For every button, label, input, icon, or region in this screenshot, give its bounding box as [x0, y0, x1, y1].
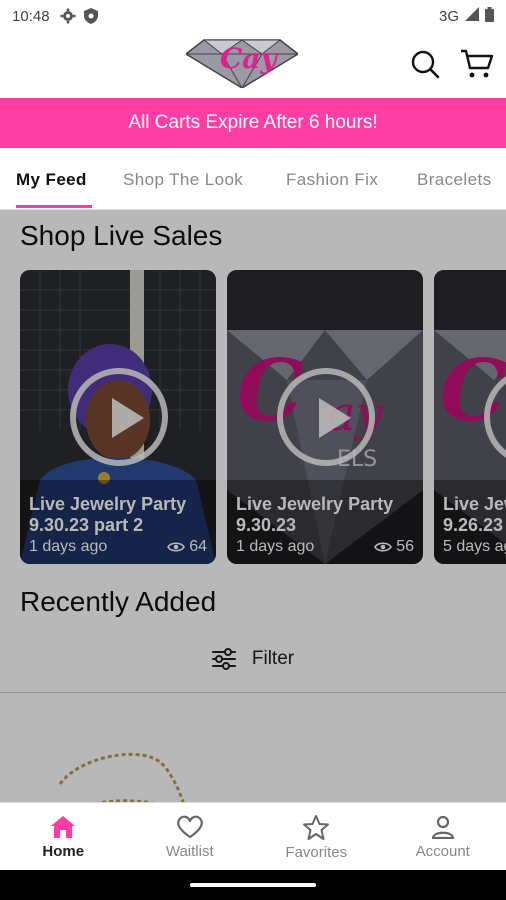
- home-indicator[interactable]: [190, 883, 316, 887]
- active-tab-indicator: [16, 205, 92, 208]
- live-sale-meta: 1 days ago 56: [236, 538, 414, 556]
- battery-icon: [485, 6, 494, 26]
- shield-icon: [83, 8, 98, 24]
- category-tabs: My Feed Shop The Look Fashion Fix Bracel…: [0, 148, 506, 210]
- banner-text: All Carts Expire After 6 hours!: [128, 112, 378, 133]
- views-count: 64: [189, 538, 207, 555]
- nav-favorites-label: Favorites: [285, 844, 348, 861]
- live-sale-views: 56: [374, 538, 414, 556]
- product-card[interactable]: [20, 712, 248, 802]
- star-icon: [303, 815, 330, 840]
- necklace-image: [58, 752, 185, 802]
- live-sale-meta: 1 days ago 64: [29, 538, 207, 556]
- nav-favorites[interactable]: Favorites: [253, 803, 380, 870]
- cart-expiry-banner: All Carts Expire After 6 hours!: [0, 98, 506, 148]
- eye-icon: [167, 542, 186, 552]
- nav-home[interactable]: Home: [0, 803, 127, 870]
- home-icon: [51, 816, 76, 838]
- live-sale-title: Live Jewelry Party 9.26.23: [443, 494, 506, 535]
- tab-shop-the-look[interactable]: Shop The Look: [123, 170, 243, 190]
- status-time: 10:48: [12, 7, 50, 25]
- eye-icon: [374, 542, 393, 552]
- search-button[interactable]: [410, 49, 440, 79]
- tab-bracelets[interactable]: Bracelets: [417, 170, 491, 190]
- live-sale-time: 5 days ago: [443, 538, 506, 555]
- shop-live-sales-title: Shop Live Sales: [20, 220, 223, 251]
- bottom-nav: Home Waitlist Favorites Account: [0, 802, 506, 870]
- live-sale-title: Live Jewelry Party 9.30.23 part 2: [29, 494, 187, 535]
- live-sale-card[interactable]: C ay ELS Live Jewelry Party 9.30.23 1 da…: [227, 270, 423, 564]
- nav-waitlist-label: Waitlist: [165, 843, 214, 860]
- cart-icon: [461, 49, 494, 78]
- nav-home-label: Home: [42, 843, 85, 860]
- live-sale-time: 1 days ago: [236, 538, 315, 555]
- logo-text: Cay: [220, 42, 277, 75]
- live-sale-card[interactable]: Live Jewelry Party 9.30.23 part 2 1 days…: [20, 270, 216, 564]
- recently-added-title: Recently Added: [20, 586, 217, 617]
- status-bar: 10:48 3G: [0, 0, 506, 32]
- live-sale-card[interactable]: C Live Jewelry Party 9.26.23 5 days ago: [434, 270, 506, 564]
- nav-account[interactable]: Account: [380, 803, 506, 870]
- product-card[interactable]: [260, 712, 488, 802]
- live-sales-carousel[interactable]: Live Jewelry Party 9.30.23 part 2 1 days…: [20, 270, 506, 565]
- play-icon[interactable]: [70, 368, 168, 466]
- filter-label: Filter: [251, 648, 295, 669]
- signal-icon: [465, 7, 479, 25]
- filter-sliders-icon: [211, 648, 236, 670]
- filter-button[interactable]: Filter: [0, 643, 506, 675]
- account-icon: [431, 815, 454, 839]
- live-sale-meta: 5 days ago: [443, 538, 506, 556]
- live-sale-title: Live Jewelry Party 9.30.23: [236, 494, 394, 535]
- section-divider: [0, 692, 506, 693]
- play-icon[interactable]: [277, 368, 375, 466]
- nav-waitlist[interactable]: Waitlist: [127, 803, 254, 870]
- views-count: 56: [396, 538, 414, 555]
- live-sale-views: 64: [167, 538, 207, 556]
- nav-account-label: Account: [415, 843, 470, 860]
- tab-my-feed[interactable]: My Feed: [16, 170, 87, 190]
- search-icon: [411, 50, 440, 79]
- live-sale-time: 1 days ago: [29, 538, 108, 555]
- network-label: 3G: [438, 7, 459, 25]
- heart-icon: [176, 815, 203, 839]
- gesture-bar: [0, 870, 506, 900]
- settings-icon: [60, 8, 76, 24]
- app-header: Cay: [0, 32, 506, 98]
- tab-fashion-fix[interactable]: Fashion Fix: [286, 170, 378, 190]
- feed-content[interactable]: Shop Live Sales Live Jewelry Party 9.30.…: [0, 210, 506, 802]
- cart-button[interactable]: [460, 49, 494, 79]
